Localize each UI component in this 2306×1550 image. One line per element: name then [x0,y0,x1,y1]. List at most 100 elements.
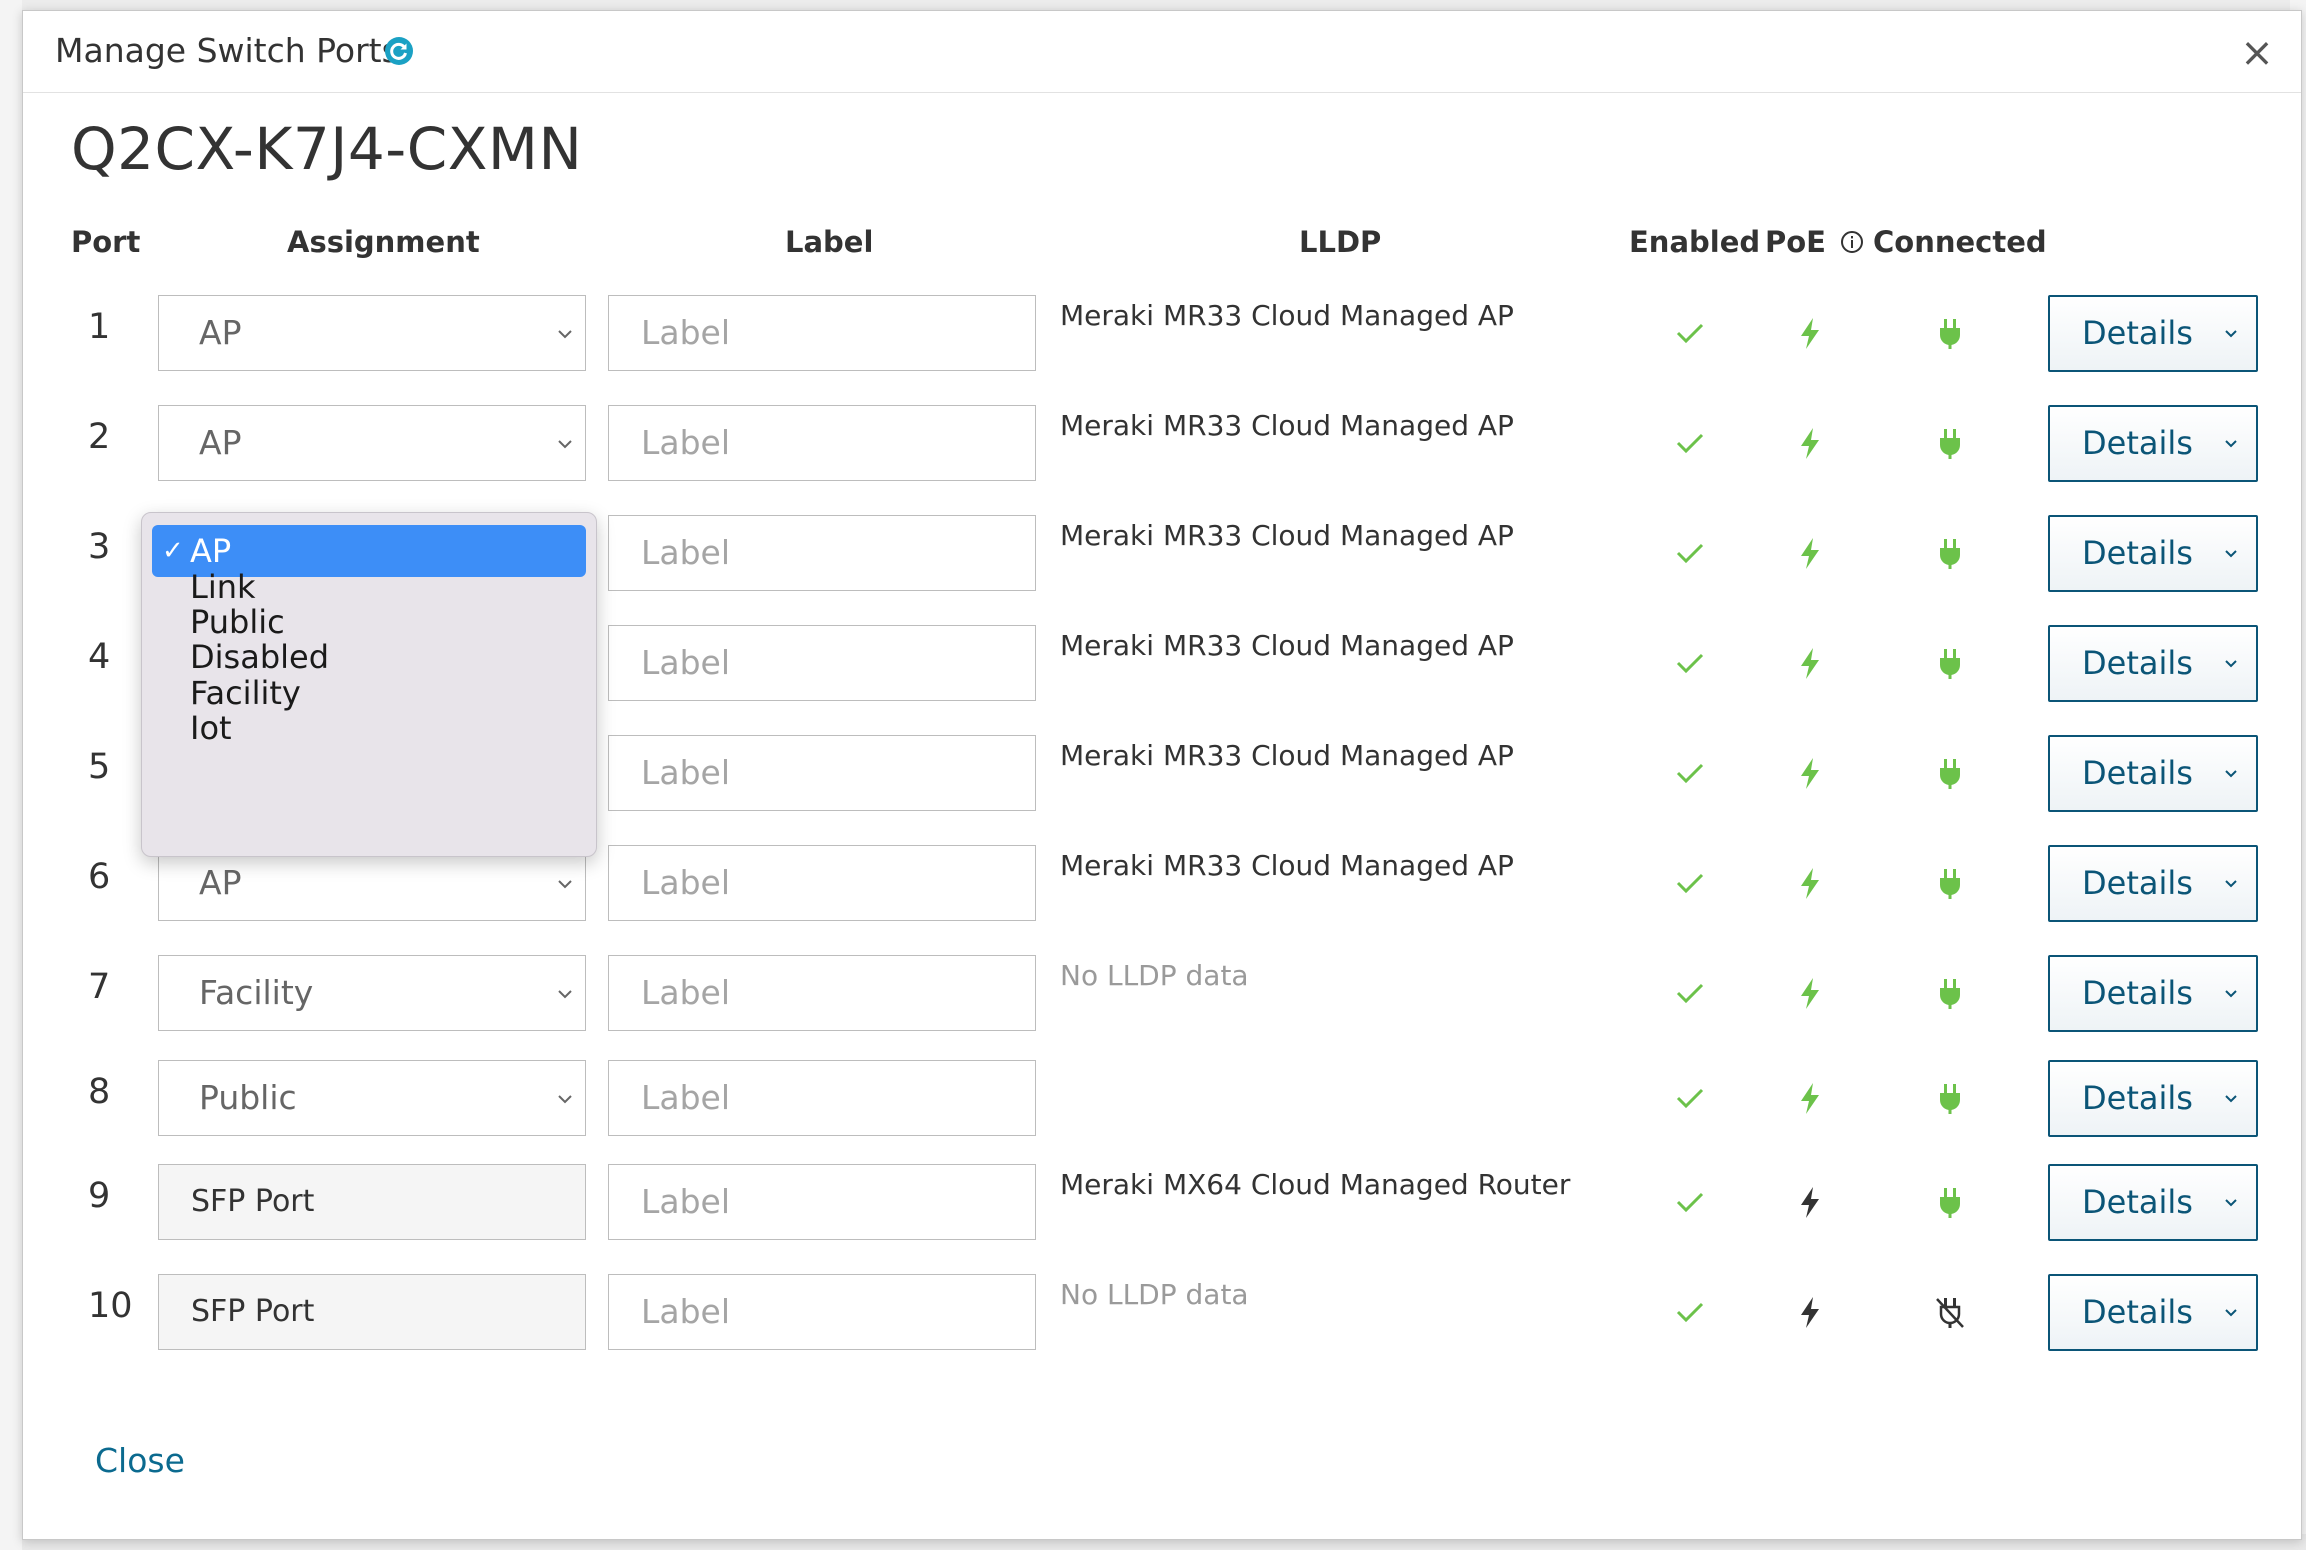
details-label: Details [2082,754,2193,792]
port-number: 1 [88,307,111,347]
enabled-check-icon [1676,433,1704,454]
modal-title: Manage Switch Ports [55,31,399,70]
poe-bolt-icon [1801,1083,1819,1114]
port-row: 9 SFP Port Label Meraki MX64 Cloud Managed … [23,1164,2301,1244]
assignment-value: AP [199,313,242,352]
label-input[interactable]: Label [608,295,1036,371]
close-link[interactable]: Close [95,1441,185,1480]
details-button[interactable]: Details [2048,405,2258,482]
details-button[interactable]: Details [2048,295,2258,372]
chevron-down-icon [558,990,572,999]
details-button[interactable]: Details [2048,515,2258,592]
chevron-down-icon [2225,1309,2237,1317]
poe-bolt-icon [1801,1297,1819,1328]
lldp-info: Meraki MR33 Cloud Managed AP [1060,519,1514,552]
port-number: 2 [88,417,111,457]
details-button[interactable]: Details [2048,845,2258,922]
enabled-check-icon [1676,873,1704,894]
connected-plug-icon [1940,539,1960,569]
details-button[interactable]: Details [2048,955,2258,1032]
chevron-down-icon [2225,660,2237,668]
enabled-check-icon [1676,983,1704,1004]
chevron-down-icon [558,880,572,889]
details-label: Details [2082,644,2193,682]
disconnected-plug-icon [1936,1298,1964,1328]
dropdown-option-label: Iot [190,709,232,747]
assignment-fixed: SFP Port [158,1164,586,1240]
dropdown-option[interactable]: Iot [152,702,586,754]
details-button[interactable]: Details [2048,1274,2258,1351]
chevron-down-icon [558,330,572,339]
details-label: Details [2082,864,2193,902]
modal-header: Manage Switch Ports × [23,11,2301,93]
refresh-icon[interactable] [383,35,415,67]
label-input[interactable]: Label [608,515,1036,591]
connected-plug-icon [1940,869,1960,899]
port-row: 10 SFP Port Label No LLDP data Details [23,1274,2301,1354]
details-label: Details [2082,534,2193,572]
lldp-info: Meraki MX64 Cloud Managed Router [1060,1168,1571,1201]
enabled-check-icon [1676,1302,1704,1323]
column-header-enabled: Enabled [1629,225,1761,259]
connected-plug-icon [1940,1188,1960,1218]
enabled-check-icon [1676,1192,1704,1213]
details-button[interactable]: Details [2048,1164,2258,1241]
label-input[interactable]: Label [608,955,1036,1031]
label-input[interactable]: Label [608,735,1036,811]
enabled-check-icon [1676,763,1704,784]
details-label: Details [2082,1293,2193,1331]
connected-plug-icon [1940,979,1960,1009]
poe-bolt-icon [1801,318,1819,349]
poe-bolt-icon [1801,1187,1819,1218]
label-input[interactable]: Label [608,845,1036,921]
poe-bolt-icon [1801,978,1819,1009]
port-row: 6 AP Label Meraki MR33 Cloud Managed AP Deta… [23,845,2301,925]
chevron-down-icon [2225,440,2237,448]
poe-bolt-icon [1801,758,1819,789]
port-number: 7 [88,967,111,1007]
poe-bolt-icon [1801,648,1819,679]
port-number: 10 [88,1286,133,1326]
label-input[interactable]: Label [608,1274,1036,1350]
close-icon[interactable]: × [2237,33,2277,73]
details-button[interactable]: Details [2048,625,2258,702]
info-icon[interactable] [1840,230,1864,254]
column-header-assignment: Assignment [287,225,480,259]
column-header-poe: PoE [1765,225,1864,259]
port-row: 2 AP Label Meraki MR33 Cloud Managed AP Deta… [23,405,2301,485]
assignment-select[interactable]: Public [158,1060,586,1136]
details-button[interactable]: Details [2048,735,2258,812]
connected-plug-icon [1940,649,1960,679]
chevron-down-icon [2225,770,2237,778]
chevron-down-icon [2225,880,2237,888]
lldp-info: Meraki MR33 Cloud Managed AP [1060,739,1514,772]
port-row: 7 Facility Label No LLDP data Details [23,955,2301,1035]
lldp-info: Meraki MR33 Cloud Managed AP [1060,299,1514,332]
assignment-select[interactable]: Facility [158,955,586,1031]
poe-bolt-icon [1801,868,1819,899]
chevron-down-icon [2225,330,2237,338]
label-input[interactable]: Label [608,1164,1036,1240]
connected-plug-icon [1940,319,1960,349]
assignment-fixed: SFP Port [158,1274,586,1350]
poe-bolt-icon [1801,538,1819,569]
port-row: 8 Public Label Details [23,1060,2301,1140]
port-row: 1 AP Label Meraki MR33 Cloud Managed AP Deta… [23,295,2301,375]
assignment-select[interactable]: AP [158,295,586,371]
label-input[interactable]: Label [608,1060,1036,1136]
poe-bolt-icon [1801,428,1819,459]
details-label: Details [2082,424,2193,462]
label-input[interactable]: Label [608,625,1036,701]
manage-switch-ports-modal: Manage Switch Ports × Q2CX-K7J4-CXMN Por… [22,10,2302,1540]
chevron-down-icon [2225,990,2237,998]
background-page-left [0,0,22,1550]
label-input[interactable]: Label [608,405,1036,481]
column-header-lldp: LLDP [1299,225,1382,259]
chevron-down-icon [2225,1199,2237,1207]
lldp-info: Meraki MR33 Cloud Managed AP [1060,409,1514,442]
port-number: 8 [88,1072,111,1112]
details-label: Details [2082,1183,2193,1221]
details-button[interactable]: Details [2048,1060,2258,1137]
assignment-select[interactable]: AP [158,405,586,481]
assignment-dropdown-menu: ✓ AP Link Public Disabled Facility Iot [141,512,597,857]
